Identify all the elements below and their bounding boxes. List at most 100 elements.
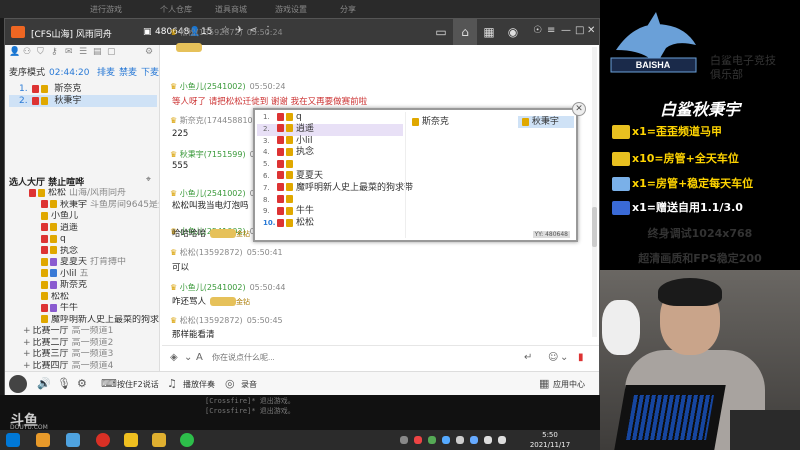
hall-header[interactable]: 选人大厅 禁止喧哗 ⌖: [9, 175, 157, 188]
speaker-icon[interactable]: 🔊: [37, 377, 51, 390]
avatar[interactable]: [9, 375, 27, 393]
chrome-icon[interactable]: [124, 433, 138, 447]
game-tab[interactable]: 游戏设置: [275, 4, 307, 15]
scroll-thumb[interactable]: [592, 207, 597, 247]
minimize-icon[interactable]: —: [561, 25, 571, 36]
queue-item[interactable]: 2. 秋秉宇: [9, 95, 157, 107]
chat-nick[interactable]: 松松(13592872): [180, 316, 243, 325]
expand-icon[interactable]: +: [23, 361, 31, 371]
tray-icon[interactable]: [400, 436, 408, 444]
game-tab[interactable]: 道具商城: [215, 4, 247, 15]
emoji-icon[interactable]: ☺: [548, 352, 558, 363]
chevron-down-icon[interactable]: ⌄: [560, 352, 568, 363]
channel-group[interactable]: + 比赛三厅 高一频道3: [9, 349, 159, 361]
clock[interactable]: 5:50 2021/11/17: [525, 430, 575, 450]
network-icon[interactable]: [484, 436, 492, 444]
location-icon[interactable]: ⌖: [146, 175, 151, 185]
font-icon[interactable]: A: [196, 352, 203, 363]
popup-user-row[interactable]: 9. 牛牛: [257, 206, 403, 218]
tree-user-item[interactable]: 小鱼儿: [9, 211, 159, 223]
shield-icon[interactable]: ⛉: [37, 47, 44, 57]
tree-user-item[interactable]: 秋秉宇斗鱼房间9645是分设: [9, 200, 159, 212]
apps-icon[interactable]: ▦: [539, 377, 549, 390]
app-center-button[interactable]: 应用中心: [553, 379, 585, 390]
video-tab-icon[interactable]: ▭: [429, 19, 453, 45]
hold-to-talk-button[interactable]: 按住F2说话: [117, 379, 159, 390]
ban-mic-link[interactable]: 禁麦: [119, 65, 137, 78]
tree-user-item[interactable]: 魔呼明新人史上最菜的狗求带: [9, 315, 159, 327]
off-mic-link[interactable]: 下麦: [141, 65, 159, 78]
send-icon[interactable]: ↵: [524, 352, 532, 363]
tree-user-item[interactable]: 松松: [9, 292, 159, 304]
popup-user-row[interactable]: 1. q: [257, 112, 403, 124]
record-icon[interactable]: ◎: [225, 377, 235, 390]
menu-icon[interactable]: ≡: [547, 25, 555, 36]
popup-user-row[interactable]: 7. 魔呼明新人史上最菜的狗求带: [257, 183, 413, 195]
game-tab[interactable]: 分享: [340, 4, 356, 15]
list-icon[interactable]: ☰: [79, 47, 87, 57]
tree-user-item[interactable]: q: [9, 234, 159, 246]
skin-icon[interactable]: ☉: [533, 25, 542, 36]
tray-icon[interactable]: [470, 436, 478, 444]
settings-icon[interactable]: ⚙: [145, 47, 153, 57]
popup-close-icon[interactable]: ✕: [572, 102, 586, 116]
chart-icon[interactable]: ▤: [93, 47, 102, 57]
chat-input[interactable]: [212, 353, 462, 362]
tree-user-item[interactable]: 斯奈克: [9, 280, 159, 292]
chat-scrollbar[interactable]: [592, 47, 597, 337]
app-icon[interactable]: [66, 433, 80, 447]
game-tab[interactable]: 进行游戏: [90, 4, 122, 15]
tray-icon[interactable]: [456, 436, 464, 444]
music-icon[interactable]: ♫: [167, 377, 177, 390]
wechat-icon[interactable]: [180, 433, 194, 447]
popup-user-row[interactable]: 2. 逍遥: [257, 123, 403, 136]
popup-user-row[interactable]: 10. 松松: [257, 218, 403, 230]
channel-group[interactable]: + 比赛一厅 高一频道1: [9, 326, 159, 338]
tree-user-item[interactable]: 小lil 五: [9, 269, 159, 281]
chat-nick[interactable]: 小鱼儿(2541002): [180, 283, 246, 292]
chat-nick[interactable]: 松松(13592872): [180, 248, 243, 257]
tree-user-item[interactable]: 牛牛: [9, 303, 159, 315]
keyboard-icon[interactable]: ⌨: [101, 377, 117, 390]
start-icon[interactable]: [6, 433, 20, 447]
popup-user-row[interactable]: 8.: [257, 195, 403, 207]
close-icon[interactable]: ✕: [587, 25, 595, 36]
record-button[interactable]: 录音: [241, 379, 257, 390]
expand-icon[interactable]: +: [23, 338, 31, 348]
popup-user-row[interactable]: 6. 夏夏天: [257, 171, 403, 183]
chat-nick[interactable]: 小鱼儿(2541002): [180, 82, 246, 91]
maximize-icon[interactable]: □: [575, 25, 584, 36]
user-icon[interactable]: 👤: [9, 47, 20, 57]
tree-user-item[interactable]: 夏夏天 打肯搏中: [9, 257, 159, 269]
popup-right-selected[interactable]: 秋秉宇: [518, 116, 574, 128]
tree-user-item[interactable]: 执念: [9, 246, 159, 258]
popup-user-row[interactable]: 4. 执念: [257, 147, 403, 159]
game-tab-icon[interactable]: ◉: [501, 19, 525, 45]
popup-user-row[interactable]: 3. 小lil: [257, 136, 403, 148]
home-tab-icon[interactable]: ⌂: [453, 19, 477, 45]
lock-icon[interactable]: ⚷: [51, 47, 58, 57]
chevron-down-icon[interactable]: ⌄: [184, 352, 192, 363]
popup-user-row[interactable]: 5.: [257, 159, 403, 171]
tray-icon[interactable]: [428, 436, 436, 444]
tree-user-item[interactable]: 逍遥: [9, 223, 159, 235]
expand-icon[interactable]: +: [23, 326, 31, 336]
popup-right-item[interactable]: 斯奈克: [410, 116, 449, 128]
microphone-icon[interactable]: 🎙: [57, 377, 71, 390]
queue-link[interactable]: 排麦: [97, 65, 115, 78]
grid-tab-icon[interactable]: ▦: [477, 19, 501, 45]
netease-icon[interactable]: [96, 433, 110, 447]
tray-icon[interactable]: [414, 436, 422, 444]
gamepad-icon[interactable]: ◈: [170, 352, 178, 363]
tray-icon[interactable]: [442, 436, 450, 444]
mail-icon[interactable]: ✉: [65, 47, 73, 57]
mic-indicator-icon[interactable]: ▮: [578, 352, 584, 363]
expand-icon[interactable]: +: [23, 349, 31, 359]
channel-group[interactable]: + 比赛二厅 高一频道2: [9, 338, 159, 350]
chat-icon[interactable]: ▢: [107, 47, 116, 57]
yy-icon[interactable]: [152, 433, 166, 447]
chat-nick[interactable]: 斯奈克(174458810): [180, 116, 256, 125]
volume-icon[interactable]: [498, 436, 506, 444]
settings-icon[interactable]: ⚙: [77, 377, 87, 390]
game-tab[interactable]: 个人仓库: [160, 4, 192, 15]
